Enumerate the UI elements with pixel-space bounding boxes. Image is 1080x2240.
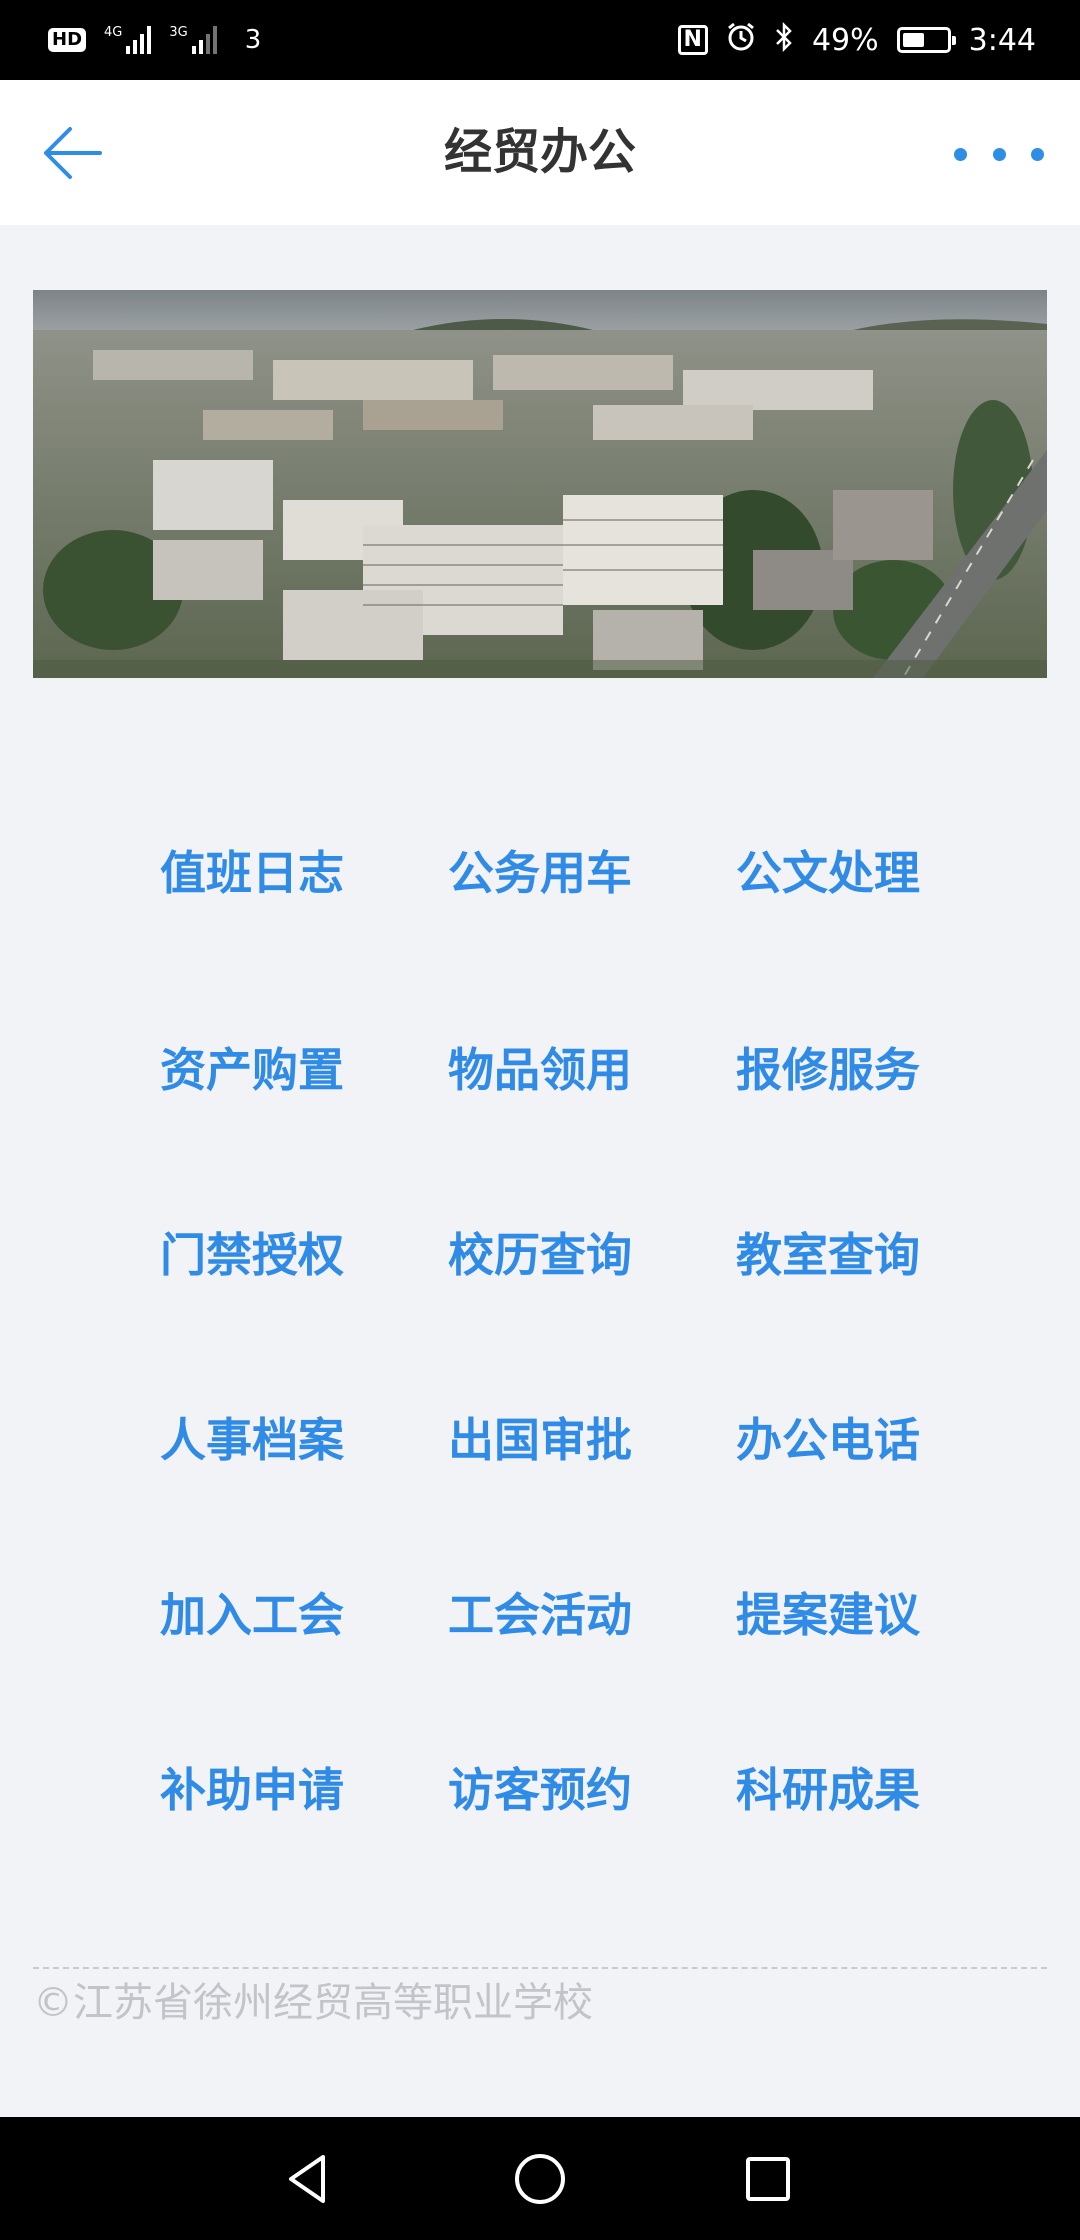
square-recents-icon bbox=[746, 2157, 790, 2201]
menu-item[interactable]: 办公电话 bbox=[688, 1395, 968, 1485]
system-navigation-bar bbox=[0, 2117, 1080, 2240]
back-button[interactable] bbox=[36, 120, 112, 186]
menu-item[interactable]: 报修服务 bbox=[688, 1025, 968, 1115]
menu-item[interactable]: 提案建议 bbox=[688, 1570, 968, 1660]
footer-divider bbox=[33, 1967, 1047, 1969]
battery-percent: 49% bbox=[811, 22, 879, 58]
more-dots-icon bbox=[992, 147, 1006, 161]
system-recents-button[interactable] bbox=[736, 2147, 800, 2211]
network-type-label: 3G bbox=[169, 25, 188, 40]
menu-item[interactable]: 物品领用 bbox=[400, 1025, 680, 1115]
menu-item[interactable]: 人事档案 bbox=[112, 1395, 392, 1485]
copyright-text: ©江苏省徐州经贸高等职业学校 bbox=[33, 1980, 593, 2026]
bluetooth-icon bbox=[774, 21, 794, 58]
sim-indicator: 3 bbox=[244, 25, 262, 55]
status-bar-left: HD 4G 3G 3 bbox=[48, 25, 261, 55]
battery-icon bbox=[896, 27, 956, 53]
menu-item[interactable]: 科研成果 bbox=[688, 1745, 968, 1835]
signal-bars-icon bbox=[126, 26, 152, 54]
menu-item[interactable]: 补助申请 bbox=[112, 1745, 392, 1835]
more-options-button[interactable] bbox=[954, 134, 1044, 174]
more-dots-icon bbox=[1031, 147, 1044, 161]
system-home-button[interactable] bbox=[508, 2147, 572, 2211]
menu-item[interactable]: 门禁授权 bbox=[112, 1210, 392, 1300]
alarm-icon bbox=[726, 22, 756, 58]
menu-item[interactable]: 校历查询 bbox=[400, 1210, 680, 1300]
menu-item[interactable]: 加入工会 bbox=[112, 1570, 392, 1660]
nfc-icon: N bbox=[677, 25, 708, 55]
menu-item[interactable]: 访客预约 bbox=[400, 1745, 680, 1835]
menu-item[interactable]: 公务用车 bbox=[400, 828, 680, 918]
system-back-button[interactable] bbox=[277, 2147, 341, 2211]
circle-home-icon bbox=[515, 2154, 565, 2204]
menu-item[interactable]: 出国审批 bbox=[400, 1395, 680, 1485]
battery-level-fill bbox=[902, 33, 924, 47]
page-title: 经贸办公 bbox=[443, 124, 636, 180]
arrow-left-icon bbox=[44, 127, 102, 179]
hd-voice-badge: HD bbox=[48, 28, 87, 52]
menu-item[interactable]: 工会活动 bbox=[400, 1570, 680, 1660]
menu-item[interactable]: 教室查询 bbox=[688, 1210, 968, 1300]
network-type-label: 4G bbox=[104, 25, 123, 40]
signal-strength-sim1: 4G bbox=[104, 25, 152, 54]
triangle-back-icon bbox=[289, 2155, 325, 2203]
menu-item[interactable]: 值班日志 bbox=[112, 828, 392, 918]
status-bar-right: N 49% 3:44 bbox=[677, 21, 1036, 58]
signal-bars-icon bbox=[191, 26, 217, 54]
signal-strength-sim2: 3G bbox=[169, 25, 217, 54]
aerial-campus-photo bbox=[33, 290, 1047, 678]
status-bar: HD 4G 3G 3 N 49% 3:44 bbox=[0, 0, 1080, 80]
app-header: 经贸办公 bbox=[0, 80, 1080, 225]
clock-time: 3:44 bbox=[968, 22, 1036, 58]
menu-item[interactable]: 公文处理 bbox=[688, 828, 968, 918]
more-dots-icon bbox=[954, 147, 967, 161]
menu-item[interactable]: 资产购置 bbox=[112, 1025, 392, 1115]
campus-banner-image bbox=[33, 290, 1047, 678]
